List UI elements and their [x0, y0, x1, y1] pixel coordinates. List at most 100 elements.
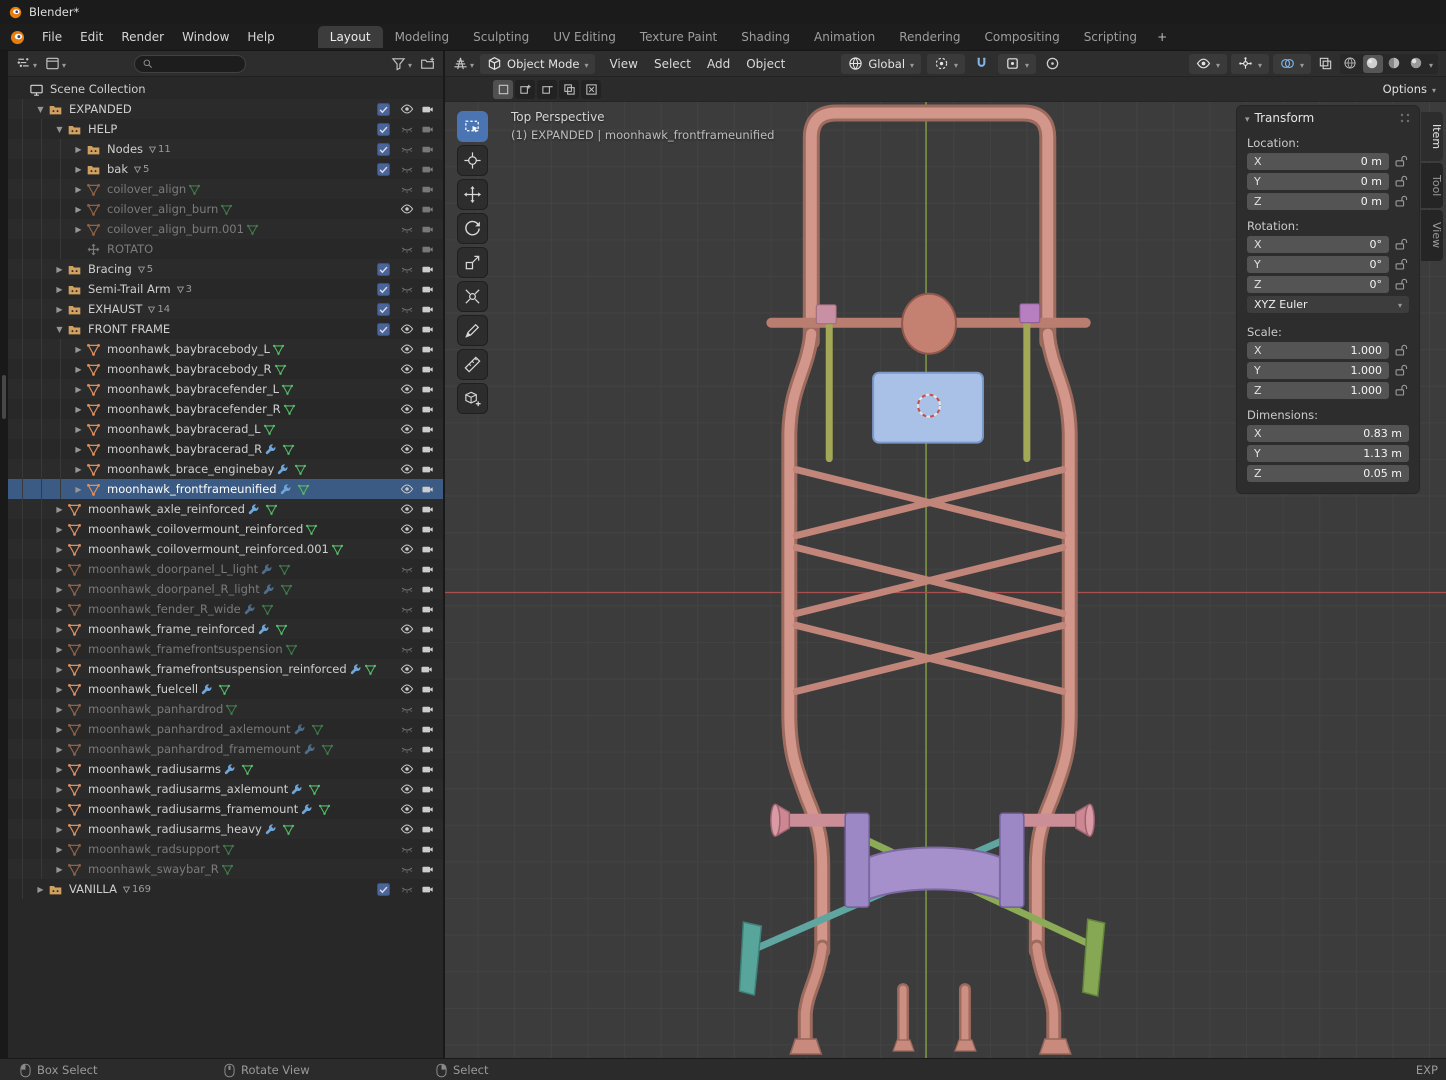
- outliner-row[interactable]: ▶moonhawk_baybracerad_R: [8, 439, 443, 459]
- disclosure-triangle-icon[interactable]: ▶: [52, 265, 67, 274]
- number-field-y[interactable]: Y0 m: [1247, 173, 1389, 190]
- fin-right[interactable]: [1083, 919, 1105, 996]
- hide-eye-toggle[interactable]: [397, 102, 417, 116]
- camera-visibility-toggle[interactable]: [417, 323, 437, 336]
- camera-visibility-toggle[interactable]: [417, 123, 437, 136]
- scale-tool-button[interactable]: [457, 247, 488, 278]
- hide-eye-toggle[interactable]: [397, 682, 417, 696]
- outliner-row[interactable]: ▶moonhawk_baybracefender_L: [8, 379, 443, 399]
- disclosure-triangle-icon[interactable]: ▶: [52, 805, 67, 814]
- camera-visibility-toggle[interactable]: [417, 103, 437, 116]
- disclosure-triangle-icon[interactable]: ▼: [33, 105, 48, 114]
- outliner-row[interactable]: ▶moonhawk_baybracebody_R: [8, 359, 443, 379]
- lock-icon-button[interactable]: [1394, 257, 1409, 272]
- camera-visibility-toggle[interactable]: [417, 623, 437, 636]
- outliner-row[interactable]: ▶moonhawk_axle_reinforced: [8, 499, 443, 519]
- outliner-collection-row[interactable]: ▼FRONT FRAME: [8, 319, 443, 339]
- outliner-row[interactable]: ▶moonhawk_framefrontsuspension: [8, 639, 443, 659]
- viewport-3d[interactable]: Object Mode ViewSelectAddObject Global: [445, 51, 1446, 1058]
- disclosure-triangle-icon[interactable]: ▶: [52, 625, 67, 634]
- camera-visibility-toggle[interactable]: [417, 403, 437, 416]
- panel-grip-icon[interactable]: [1399, 112, 1411, 124]
- hide-eye-toggle[interactable]: [397, 342, 417, 356]
- overlays-dropdown[interactable]: [1273, 54, 1311, 74]
- gizmos-dropdown[interactable]: [1231, 54, 1269, 74]
- outliner-row[interactable]: ▶moonhawk_panhardrod_framemount: [8, 739, 443, 759]
- shading-rendered-button[interactable]: [1407, 55, 1427, 73]
- outliner-row[interactable]: ▶moonhawk_radiusarms: [8, 759, 443, 779]
- outliner-row[interactable]: ▶moonhawk_coilovermount_reinforced: [8, 519, 443, 539]
- hide-eye-toggle[interactable]: [397, 182, 417, 196]
- proportional-edit-toggle[interactable]: [1042, 54, 1063, 74]
- hide-eye-toggle[interactable]: [397, 242, 417, 256]
- disclosure-triangle-icon[interactable]: ▶: [52, 665, 67, 674]
- snap-magnet-toggle[interactable]: [971, 54, 992, 74]
- hide-eye-toggle[interactable]: [397, 142, 417, 156]
- exclude-checkbox[interactable]: [377, 163, 390, 176]
- camera-visibility-toggle[interactable]: [417, 303, 437, 316]
- camera-visibility-toggle[interactable]: [417, 723, 437, 736]
- lock-icon-button[interactable]: [1394, 363, 1409, 378]
- tab-sculpting[interactable]: Sculpting: [461, 26, 541, 48]
- menu-object[interactable]: Object: [738, 54, 793, 74]
- hide-eye-toggle[interactable]: [397, 822, 417, 836]
- disclosure-triangle-icon[interactable]: ▶: [71, 165, 86, 174]
- outliner-row[interactable]: ▶moonhawk_radsupport: [8, 839, 443, 859]
- rotate-tool-button[interactable]: [457, 213, 488, 244]
- camera-visibility-toggle[interactable]: [417, 703, 437, 716]
- sidebar-tab-view[interactable]: View: [1421, 210, 1443, 260]
- menu-file[interactable]: File: [33, 27, 71, 47]
- disclosure-triangle-icon[interactable]: ▶: [52, 285, 67, 294]
- hide-eye-toggle[interactable]: [397, 622, 417, 636]
- menu-help[interactable]: Help: [238, 27, 283, 47]
- menu-render[interactable]: Render: [112, 27, 173, 47]
- outliner-row[interactable]: ▶moonhawk_doorpanel_R_light: [8, 579, 443, 599]
- steering-box[interactable]: [902, 294, 956, 354]
- disclosure-triangle-icon[interactable]: ▶: [52, 765, 67, 774]
- mount-left[interactable]: [816, 305, 836, 324]
- hide-eye-toggle[interactable]: [397, 502, 417, 516]
- disclosure-triangle-icon[interactable]: ▶: [52, 305, 67, 314]
- exclude-checkbox[interactable]: [377, 103, 390, 116]
- hide-eye-toggle[interactable]: [397, 202, 417, 216]
- editor-type-button[interactable]: [16, 56, 37, 71]
- hide-eye-toggle[interactable]: [397, 422, 417, 436]
- camera-visibility-toggle[interactable]: [417, 283, 437, 296]
- camera-visibility-toggle[interactable]: [417, 603, 437, 616]
- camera-visibility-toggle[interactable]: [417, 543, 437, 556]
- options-dropdown[interactable]: Options: [1383, 82, 1436, 96]
- shading-wireframe-button[interactable]: [1341, 55, 1361, 73]
- camera-visibility-toggle[interactable]: [417, 143, 437, 156]
- camera-visibility-toggle[interactable]: [417, 463, 437, 476]
- hide-eye-toggle[interactable]: [397, 302, 417, 316]
- outliner-row[interactable]: ▶moonhawk_fender_R_wide: [8, 599, 443, 619]
- disclosure-triangle-icon[interactable]: ▶: [71, 185, 86, 194]
- lock-icon-button[interactable]: [1394, 277, 1409, 292]
- lock-icon-button[interactable]: [1394, 383, 1409, 398]
- camera-visibility-toggle[interactable]: [417, 783, 437, 796]
- outliner-row[interactable]: ▶moonhawk_panhardrod: [8, 699, 443, 719]
- add-cube-tool-button[interactable]: [457, 383, 488, 414]
- camera-visibility-toggle[interactable]: [417, 423, 437, 436]
- lock-icon-button[interactable]: [1394, 194, 1409, 209]
- camera-visibility-toggle[interactable]: [417, 483, 437, 496]
- hide-eye-toggle[interactable]: [397, 282, 417, 296]
- disclosure-triangle-icon[interactable]: ▶: [52, 545, 67, 554]
- outliner-row[interactable]: ▶moonhawk_baybracefender_R: [8, 399, 443, 419]
- tab-texture-paint[interactable]: Texture Paint: [628, 26, 729, 48]
- outliner-row[interactable]: ▶coilover_align_burn: [8, 199, 443, 219]
- tab-compositing[interactable]: Compositing: [972, 26, 1071, 48]
- frame-tubes[interactable]: [754, 113, 1093, 1045]
- exclude-checkbox[interactable]: [377, 263, 390, 276]
- camera-visibility-toggle[interactable]: [417, 503, 437, 516]
- tab-modeling[interactable]: Modeling: [383, 26, 462, 48]
- tab-layout[interactable]: Layout: [318, 26, 383, 48]
- orientation-dropdown[interactable]: Global: [841, 54, 921, 74]
- sidebar-tab-item[interactable]: Item: [1421, 112, 1443, 161]
- hide-eye-toggle[interactable]: [397, 262, 417, 276]
- exclude-checkbox[interactable]: [377, 303, 390, 316]
- outliner-row[interactable]: ▶moonhawk_radiusarms_axlemount: [8, 779, 443, 799]
- display-mode-button[interactable]: [45, 56, 66, 71]
- camera-visibility-toggle[interactable]: [417, 683, 437, 696]
- hide-eye-toggle[interactable]: [397, 222, 417, 236]
